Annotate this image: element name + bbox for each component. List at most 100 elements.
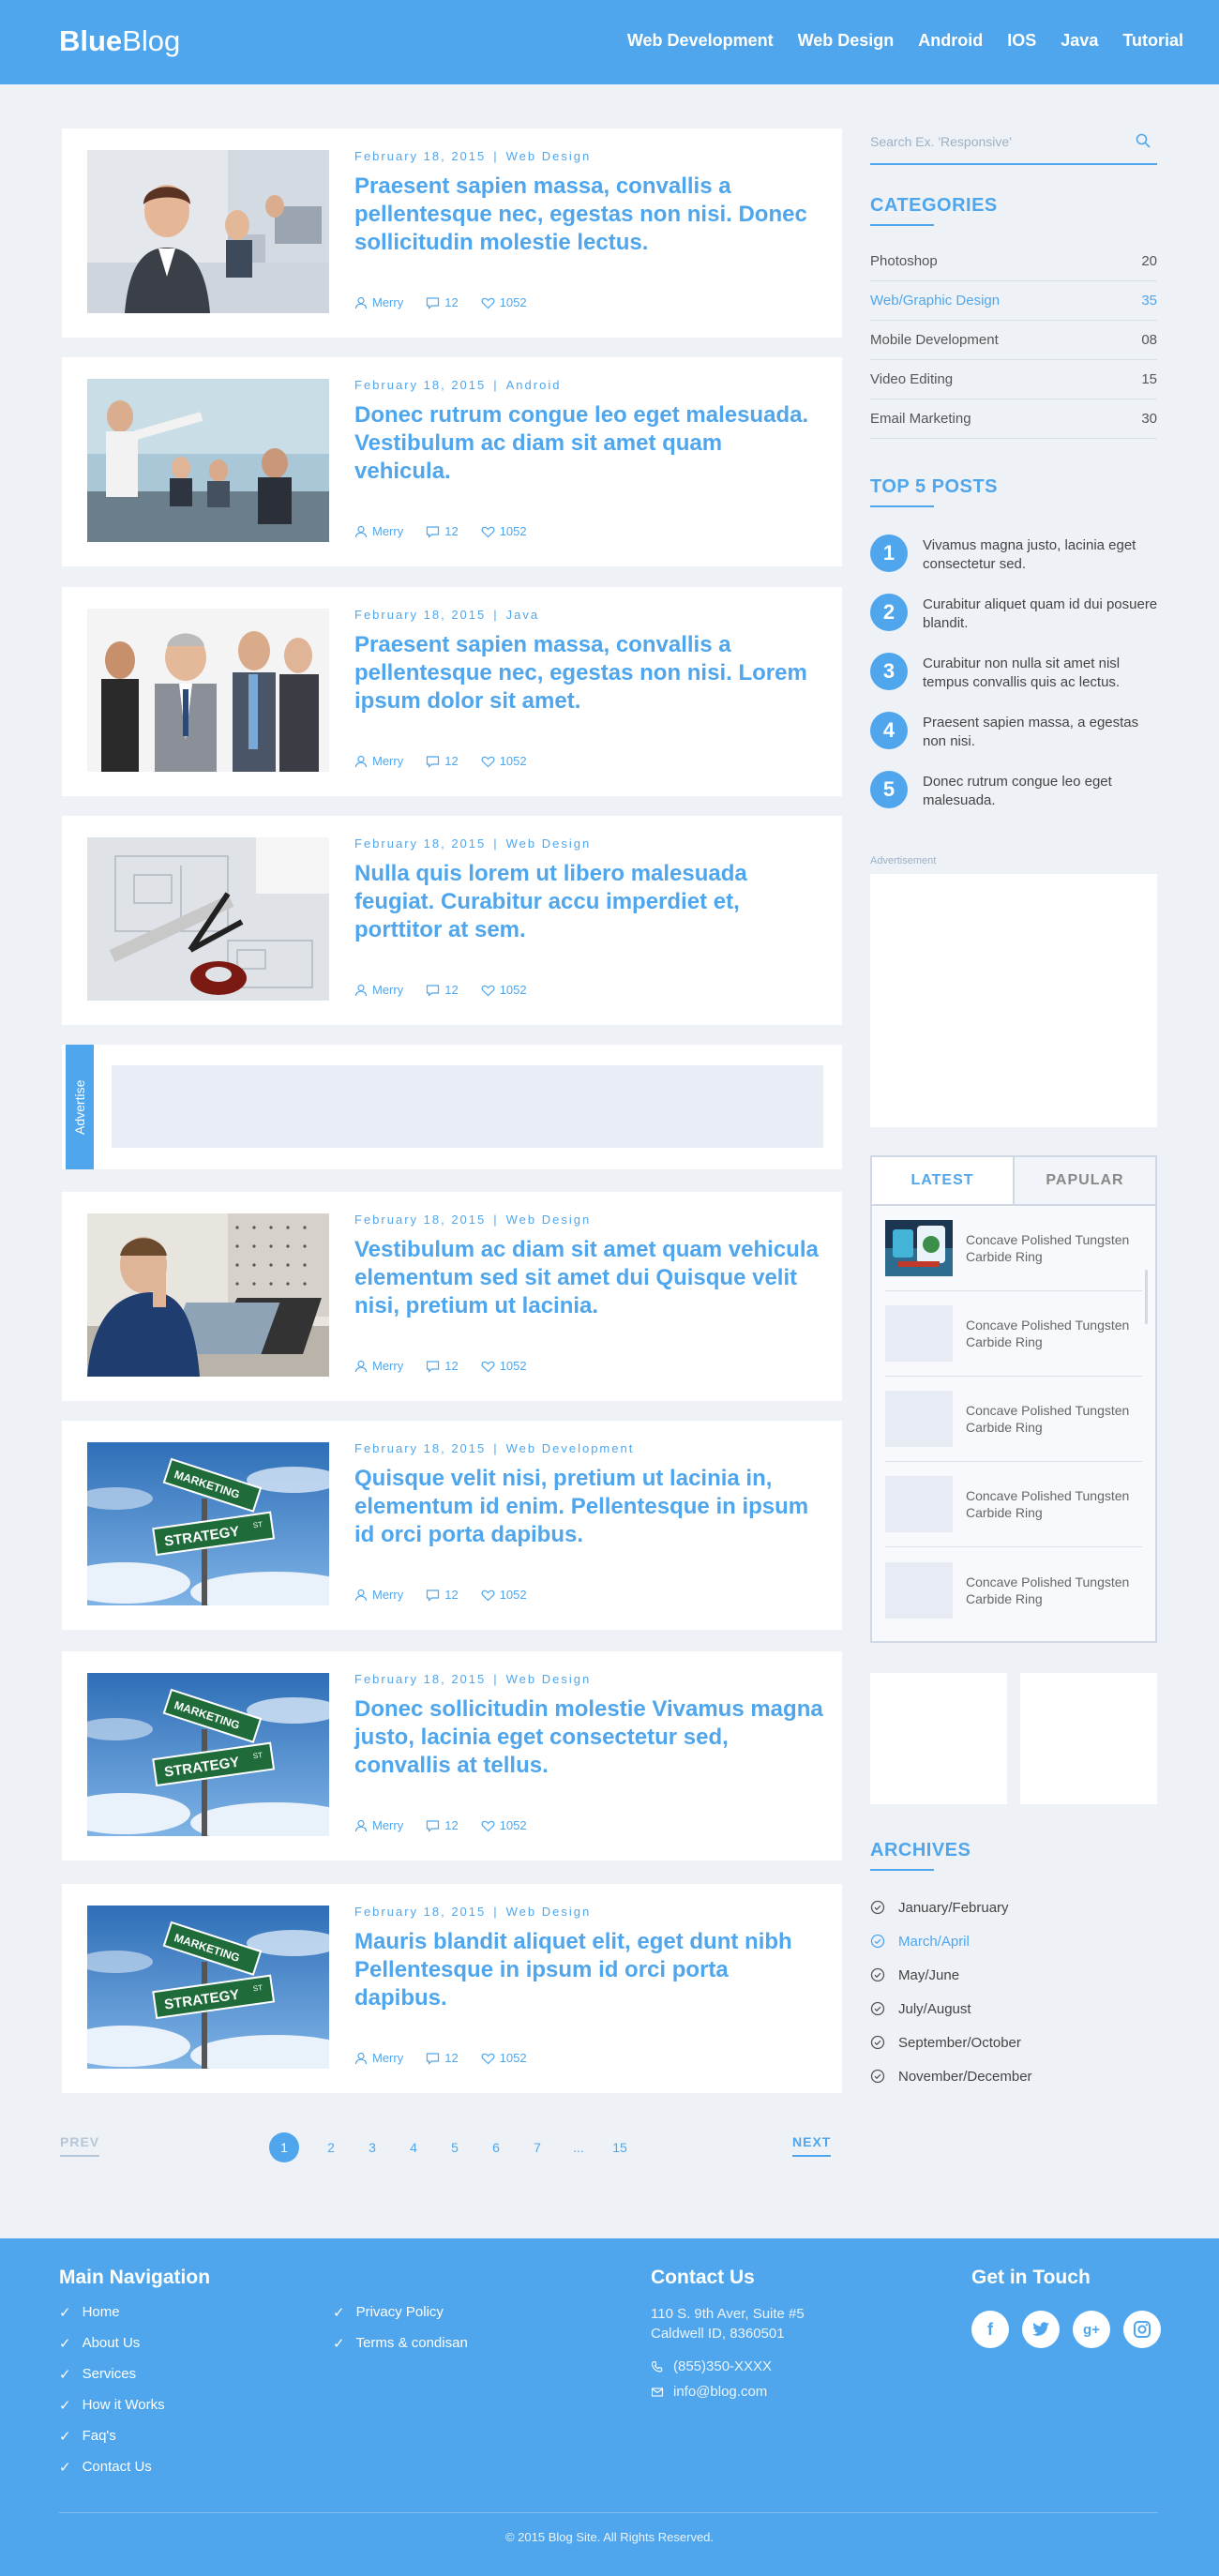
twitter-icon[interactable] (1022, 2311, 1060, 2348)
nav-web-design[interactable]: Web Design (798, 31, 895, 51)
top-post-item[interactable]: 5 Donec rutrum congue leo eget malesuada. (870, 771, 1161, 830)
post-author[interactable]: Merry (354, 754, 403, 768)
category-item[interactable]: Email Marketing 30 (870, 399, 1157, 439)
post-likes[interactable]: 1052 (481, 2051, 527, 2065)
post-category[interactable]: Web Design (506, 1213, 592, 1227)
category-item[interactable]: Mobile Development 08 (870, 321, 1157, 360)
page-link[interactable]: 3 (352, 2132, 393, 2162)
tab-latest[interactable]: LATEST (872, 1157, 1015, 1204)
post-comments[interactable]: 12 (426, 295, 459, 309)
post-title[interactable]: Praesent sapien massa, convallis a pelle… (354, 631, 823, 716)
page-link[interactable]: 4 (393, 2132, 434, 2162)
archive-item[interactable]: May/June (870, 1958, 1032, 1992)
post-thumbnail[interactable] (87, 609, 329, 772)
post-comments[interactable]: 12 (426, 1818, 459, 1832)
post-likes[interactable]: 1052 (481, 1818, 527, 1832)
footer-link[interactable]: ✓ About Us (59, 2327, 165, 2358)
tab-list-item[interactable]: Concave Polished Tungsten Carbide Ring (885, 1206, 1142, 1291)
archive-item[interactable]: March/April (870, 1924, 1032, 1958)
facebook-icon[interactable]: f (971, 2311, 1009, 2348)
page-link[interactable]: 7 (517, 2132, 558, 2162)
small-ad-slot[interactable] (870, 1673, 1007, 1804)
footer-link[interactable]: ✓ Services (59, 2358, 165, 2389)
footer-link[interactable]: ✓ Privacy Policy (333, 2297, 468, 2327)
post-thumbnail[interactable] (87, 379, 329, 542)
post-author[interactable]: Merry (354, 524, 403, 538)
post-title[interactable]: Nulla quis lorem ut libero malesuada feu… (354, 860, 823, 944)
tab-list-item[interactable]: Concave Polished Tungsten Carbide Ring (885, 1547, 1142, 1633)
post-comments[interactable]: 12 (426, 1359, 459, 1373)
post-comments[interactable]: 12 (426, 1588, 459, 1602)
instagram-icon[interactable] (1123, 2311, 1161, 2348)
nav-java[interactable]: Java (1061, 31, 1098, 51)
page-link[interactable]: 5 (434, 2132, 475, 2162)
footer-link[interactable]: ✓ Contact Us (59, 2451, 165, 2482)
nav-android[interactable]: Android (918, 31, 983, 51)
post-likes[interactable]: 1052 (481, 1588, 527, 1602)
page-link[interactable]: 2 (310, 2132, 352, 2162)
post-thumbnail[interactable]: MARKETING STRATEGY ST (87, 1673, 329, 1836)
post-category[interactable]: Web Development (506, 1441, 635, 1455)
nav-tutorial[interactable]: Tutorial (1122, 31, 1183, 51)
post-likes[interactable]: 1052 (481, 295, 527, 309)
archive-item[interactable]: July/August (870, 1992, 1032, 2026)
post-title[interactable]: Quisque velit nisi, pretium ut lacinia i… (354, 1465, 823, 1549)
post-author[interactable]: Merry (354, 295, 403, 309)
tab-list-item[interactable]: Concave Polished Tungsten Carbide Ring (885, 1377, 1142, 1462)
archive-item[interactable]: January/February (870, 1891, 1032, 1924)
tab-popular[interactable]: PAPULAR (1015, 1157, 1155, 1204)
post-likes[interactable]: 1052 (481, 1359, 527, 1373)
footer-link[interactable]: ✓ How it Works (59, 2389, 165, 2420)
post-likes[interactable]: 1052 (481, 983, 527, 997)
post-thumbnail[interactable]: MARKETING STRATEGY ST (87, 1906, 329, 2069)
post-title[interactable]: Donec sollicitudin molestie Vivamus magn… (354, 1695, 823, 1780)
page-link[interactable]: 6 (475, 2132, 517, 2162)
nav-ios[interactable]: IOS (1007, 31, 1036, 51)
category-item[interactable]: Video Editing 15 (870, 360, 1157, 399)
post-title[interactable]: Mauris blandit aliquet elit, eget dunt n… (354, 1928, 823, 2012)
post-thumbnail[interactable]: MARKETING STRATEGY ST (87, 1442, 329, 1605)
footer-link[interactable]: ✓ Home (59, 2297, 165, 2327)
post-category[interactable]: Web Design (506, 1672, 592, 1686)
post-author[interactable]: Merry (354, 2051, 403, 2065)
pagination-next[interactable]: NEXT (792, 2134, 832, 2157)
footer-email[interactable]: info@blog.com (651, 2382, 767, 2402)
post-thumbnail[interactable] (87, 150, 329, 313)
footer-link[interactable]: ✓ Faq's (59, 2420, 165, 2451)
search-field[interactable]: Search Ex. 'Responsive' (870, 131, 1157, 165)
post-thumbnail[interactable] (87, 1213, 329, 1377)
small-ad-slot[interactable] (1020, 1673, 1157, 1804)
tab-list-item[interactable]: Concave Polished Tungsten Carbide Ring (885, 1462, 1142, 1547)
post-author[interactable]: Merry (354, 1818, 403, 1832)
site-logo[interactable]: BlueBlog (59, 24, 180, 58)
post-comments[interactable]: 12 (426, 524, 459, 538)
post-comments[interactable]: 12 (426, 2051, 459, 2065)
archive-item[interactable]: September/October (870, 2026, 1032, 2059)
top-post-item[interactable]: 2 Curabitur aliquet quam id dui posuere b… (870, 594, 1161, 653)
nav-web-development[interactable]: Web Development (627, 31, 774, 51)
footer-link[interactable]: ✓ Terms & condisan (333, 2327, 468, 2358)
google-plus-icon[interactable]: g+ (1073, 2311, 1110, 2348)
tab-list-scrollbar[interactable] (1145, 1270, 1148, 1324)
footer-phone[interactable]: (855)350-XXXX (651, 2357, 772, 2376)
post-thumbnail[interactable] (87, 837, 329, 1001)
category-item[interactable]: Web/Graphic Design 35 (870, 281, 1157, 321)
post-comments[interactable]: 12 (426, 754, 459, 768)
search-input[interactable]: Search Ex. 'Responsive' (870, 134, 1012, 149)
post-category[interactable]: Web Design (506, 149, 592, 163)
post-title[interactable]: Donec rutrum congue leo eget malesuada. … (354, 401, 823, 486)
top-post-item[interactable]: 1 Vivamus magna justo, lacinia eget conse… (870, 535, 1161, 594)
top-post-item[interactable]: 3 Curabitur non nulla sit amet nisl tempu… (870, 653, 1161, 712)
post-category[interactable]: Web Design (506, 1905, 592, 1919)
post-likes[interactable]: 1052 (481, 754, 527, 768)
post-category[interactable]: Web Design (506, 836, 592, 851)
archive-item[interactable]: November/December (870, 2059, 1032, 2093)
page-link[interactable]: 15 (599, 2132, 640, 2162)
post-author[interactable]: Merry (354, 1588, 403, 1602)
post-category[interactable]: Java (506, 608, 539, 622)
advertise-tab[interactable]: Advertise (66, 1045, 94, 1169)
top-post-item[interactable]: 4 Praesent sapien massa, a egestas non ni… (870, 712, 1161, 771)
post-category[interactable]: Android (506, 378, 562, 392)
advert-slot[interactable] (112, 1065, 823, 1148)
search-icon[interactable] (1135, 132, 1151, 149)
